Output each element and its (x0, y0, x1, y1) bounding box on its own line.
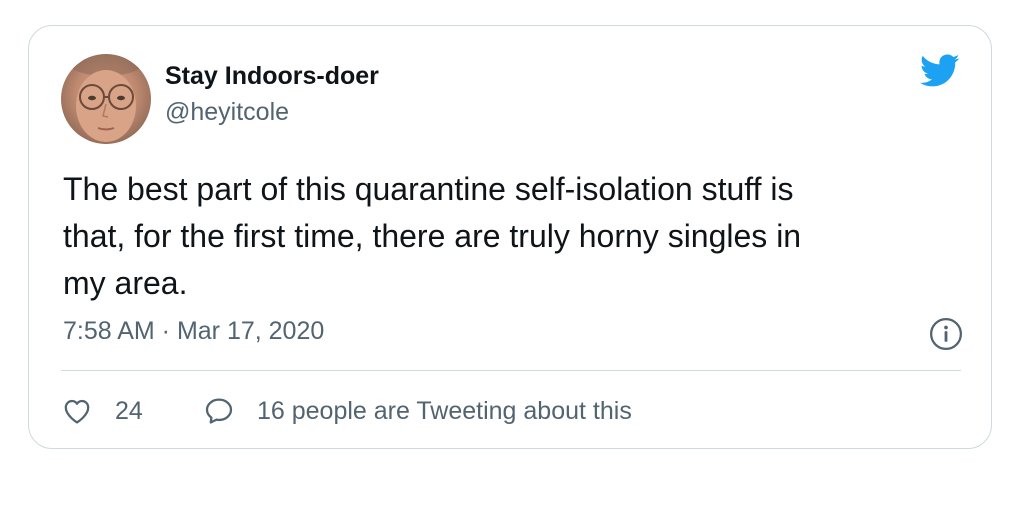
twitter-bird-icon[interactable] (917, 50, 963, 90)
like-button[interactable]: 24 (61, 394, 143, 428)
tweet-text-line: my area. (63, 265, 188, 301)
conversation-label: 16 people are Tweeting about this (257, 396, 632, 425)
speech-bubble-icon (205, 398, 233, 424)
heart-icon (64, 399, 90, 424)
like-count: 24 (115, 396, 143, 425)
conversation-link[interactable]: 16 people are Tweeting about this (203, 394, 632, 428)
tweet-text: The best part of this quarantine self-is… (63, 166, 953, 307)
author-name[interactable]: Stay Indoors-doer (165, 62, 379, 91)
avatar[interactable] (61, 54, 151, 144)
tweet-text-line: The best part of this quarantine self-is… (63, 171, 794, 207)
info-icon[interactable] (929, 317, 963, 351)
author-handle[interactable]: @heyitcole (165, 98, 289, 127)
avatar-photo (66, 54, 146, 142)
tweet-text-line: that, for the first time, there are trul… (63, 218, 802, 254)
tweet-card: Stay Indoors-doer @heyitcole The best pa… (28, 25, 992, 449)
tweet-timestamp[interactable]: 7:58 AM · Mar 17, 2020 (63, 317, 324, 346)
divider (61, 370, 961, 371)
